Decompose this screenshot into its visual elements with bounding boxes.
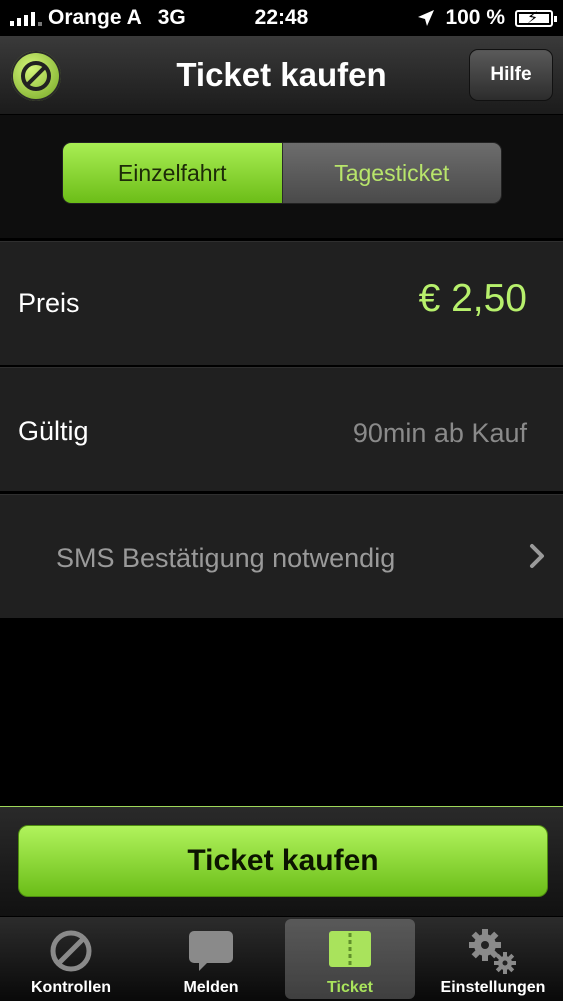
price-value: € 2,50 (418, 277, 527, 320)
tab-einstellungen[interactable]: Einstellungen (428, 919, 558, 999)
segment-einzelfahrt[interactable]: Einzelfahrt (63, 143, 282, 203)
ticket-icon (329, 931, 371, 967)
tab-label: Einstellungen (440, 979, 546, 996)
tab-melden[interactable]: Melden (146, 919, 276, 999)
signal-strength-icon (10, 10, 42, 26)
tab-ticket[interactable]: Ticket (285, 919, 415, 999)
status-bar: Orange A 3G 22:48 100 % ⚡ (0, 0, 563, 36)
battery-percent: 100 % (445, 6, 505, 29)
validity-label: Gültig (18, 416, 89, 446)
help-button[interactable]: Hilfe (469, 49, 553, 101)
segment-tagesticket[interactable]: Tagesticket (281, 143, 501, 203)
no-entry-icon (50, 930, 92, 972)
tab-label: Kontrollen (31, 979, 111, 996)
validity-value: 90min ab Kauf (352, 418, 527, 448)
price-label: Preis (18, 288, 80, 318)
buy-ticket-button[interactable]: Ticket kaufen (18, 825, 548, 897)
tab-bar: Kontrollen Melden Ticket Einstellungen (0, 916, 563, 1001)
chevron-right-icon (530, 544, 544, 568)
network-type: 3G (157, 6, 186, 29)
ticket-type-section: Einzelfahrt Tagesticket (0, 115, 563, 238)
buy-area: Ticket kaufen (0, 806, 563, 917)
price-row: Preis € 2,50 (0, 241, 563, 365)
speech-bubble-icon (189, 931, 233, 971)
navigation-bar: Ticket kaufen Hilfe (0, 36, 563, 115)
location-arrow-icon (418, 10, 435, 26)
gears-icon (469, 929, 516, 974)
battery-charging-icon: ⚡ (515, 9, 557, 27)
carrier-name: Orange A (48, 6, 142, 29)
tab-label: Ticket (327, 979, 373, 996)
sms-confirmation-label: SMS Bestätigung notwendig (56, 543, 396, 573)
tab-label: Melden (183, 979, 239, 996)
sms-confirmation-row[interactable]: SMS Bestätigung notwendig (0, 494, 563, 618)
validity-row: Gültig 90min ab Kauf (0, 367, 563, 491)
tab-kontrollen[interactable]: Kontrollen (6, 919, 136, 999)
ticket-type-segmented-control: Einzelfahrt Tagesticket (62, 142, 502, 204)
